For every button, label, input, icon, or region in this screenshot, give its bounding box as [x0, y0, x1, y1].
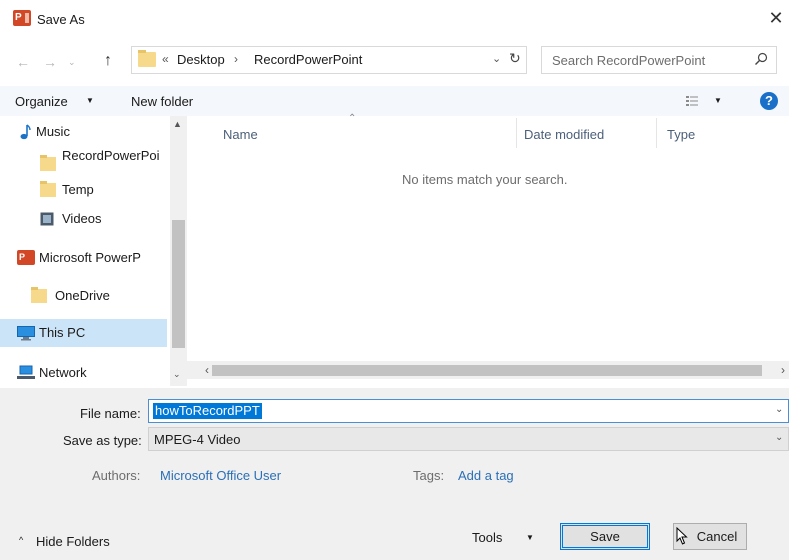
sidebar-item-temp[interactable]: Temp [0, 176, 167, 204]
sidebar-item-microsoft-powerpoint[interactable]: P Microsoft PowerP [0, 244, 167, 272]
refresh-icon[interactable]: ↻ [509, 50, 521, 67]
new-folder-button[interactable]: New folder [131, 94, 193, 109]
sidebar-item-label: Music [36, 124, 70, 139]
folder-icon [40, 155, 56, 171]
sidebar-item-label: Temp [62, 182, 94, 197]
column-header-name[interactable]: Name [223, 127, 258, 142]
caret-down-icon[interactable]: ▼ [714, 96, 722, 105]
window-title: Save As [37, 12, 85, 27]
search-box[interactable]: Search RecordPowerPoint [541, 46, 777, 74]
back-arrow-icon[interactable]: ← [16, 54, 30, 70]
address-bar[interactable]: « Desktop › RecordPowerPoint ⌄ ↻ [131, 46, 527, 74]
scroll-down-icon[interactable]: ⌄ [173, 369, 181, 380]
save-as-type-select[interactable]: MPEG-4 Video ⌄ [148, 427, 789, 451]
chevron-up-icon: ^ [19, 535, 24, 545]
file-name-label: File name: [80, 406, 141, 421]
organize-button[interactable]: Organize [15, 94, 68, 109]
sidebar-item-label: Microsoft PowerP [39, 250, 141, 265]
column-divider[interactable] [656, 118, 657, 148]
sidebar-item-label: This PC [39, 325, 86, 340]
column-header-type[interactable]: Type [667, 127, 695, 142]
network-icon [17, 365, 35, 379]
scroll-up-icon[interactable]: ▲ [173, 119, 182, 129]
powerpoint-icon: P [17, 250, 35, 265]
authors-value[interactable]: Microsoft Office User [160, 468, 281, 483]
add-tag-link[interactable]: Add a tag [458, 468, 514, 483]
breadcrumb-current-folder[interactable]: RecordPowerPoint [254, 52, 362, 67]
search-icon[interactable] [754, 52, 768, 66]
title-bar: P Save As ✕ [0, 0, 789, 38]
breadcrumb-desktop[interactable]: Desktop [177, 52, 225, 67]
folder-icon [31, 287, 47, 303]
overflow-chevron-icon[interactable]: « [162, 52, 169, 66]
save-button[interactable]: Save [560, 523, 650, 550]
folder-icon [40, 181, 56, 197]
sidebar-item-network[interactable]: Network [0, 359, 167, 387]
sidebar-item-onedrive[interactable]: OneDrive [0, 282, 167, 310]
computer-icon [17, 326, 35, 341]
powerpoint-app-icon: P [13, 10, 31, 26]
sidebar-scrollbar[interactable]: ▲ ⌄ [170, 116, 187, 386]
column-divider[interactable] [516, 118, 517, 148]
tools-button[interactable]: Tools [472, 530, 502, 545]
help-icon[interactable]: ? [760, 92, 778, 110]
sidebar-item-label: OneDrive [55, 288, 110, 303]
tags-label: Tags: [413, 468, 445, 483]
sort-ascending-icon: ⌃ [348, 113, 357, 124]
caret-down-icon[interactable]: ▼ [86, 96, 94, 105]
file-name-field[interactable]: howToRecordPPT ⌄ [148, 399, 789, 423]
up-arrow-icon[interactable]: ↑ [104, 52, 112, 70]
caret-down-icon[interactable]: ▼ [526, 533, 534, 542]
scroll-right-icon[interactable]: › [781, 363, 785, 377]
sidebar-item-label: RecordPowerPoi [62, 148, 160, 163]
sidebar-item-this-pc[interactable]: This PC [0, 319, 167, 347]
sidebar-item-label: Network [39, 365, 87, 380]
scrollbar-thumb[interactable] [172, 220, 185, 348]
app-icon-letter: P [15, 12, 22, 23]
sidebar-item-videos[interactable]: Videos [0, 205, 167, 233]
empty-list-message: No items match your search. [402, 172, 568, 187]
column-header-date-modified[interactable]: Date modified [524, 127, 604, 142]
search-input[interactable]: Search RecordPowerPoint [552, 53, 705, 68]
video-icon [40, 212, 54, 226]
chevron-down-icon[interactable]: ⌄ [492, 52, 501, 65]
forward-arrow-icon[interactable]: → [43, 54, 57, 70]
authors-label: Authors: [92, 468, 141, 483]
save-as-type-label: Save as type: [63, 433, 142, 448]
hide-folders-label: Hide Folders [36, 534, 110, 549]
horizontal-scrollbar[interactable]: ‹ › [187, 361, 789, 379]
sidebar-item-recordpowerpoint[interactable]: RecordPowerPoi [0, 148, 167, 178]
sidebar-item-label: Videos [62, 211, 102, 226]
view-options-icon[interactable] [685, 94, 699, 108]
recent-locations-chevron-icon[interactable]: ⌄ [68, 57, 76, 68]
save-options-panel: File name: howToRecordPPT ⌄ Save as type… [0, 388, 789, 560]
folder-icon [138, 50, 156, 67]
mouse-cursor-icon [676, 527, 688, 545]
breadcrumb-separator-icon[interactable]: › [234, 52, 238, 66]
chevron-down-icon[interactable]: ⌄ [775, 432, 783, 443]
save-as-type-value: MPEG-4 Video [154, 432, 241, 447]
file-name-value[interactable]: howToRecordPPT [153, 403, 262, 419]
scrollbar-thumb[interactable] [212, 365, 762, 376]
music-note-icon [20, 124, 31, 140]
chevron-down-icon[interactable]: ⌄ [775, 404, 783, 415]
sidebar-item-music[interactable]: Music [0, 118, 167, 146]
close-icon[interactable]: ✕ [766, 8, 786, 28]
scroll-left-icon[interactable]: ‹ [205, 363, 209, 377]
command-bar: Organize ▼ New folder ▼ ? [0, 86, 789, 116]
